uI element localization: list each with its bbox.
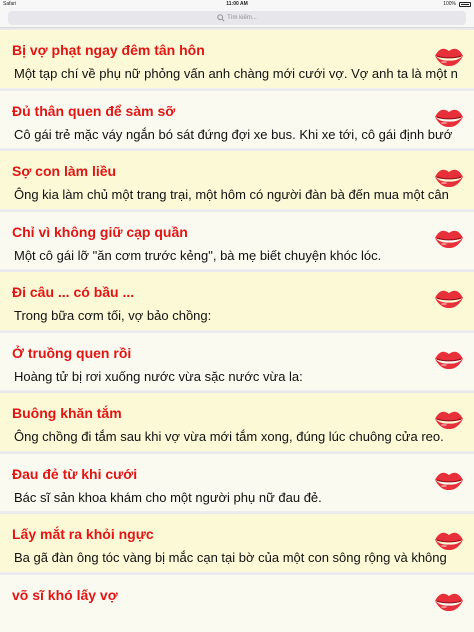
story-row[interactable]: Đủ thân quen để sàm sỡ Cô gái trẻ mặc váy… xyxy=(0,90,474,149)
story-row[interactable]: Chỉ vì không giữ cạp quần Một cô gái lỡ "… xyxy=(0,211,474,270)
story-excerpt: Bác sĩ sản khoa khám cho một người phụ n… xyxy=(14,489,322,505)
status-bar: Safari 11:00 AM 100% xyxy=(0,0,474,8)
clock: 11:00 AM xyxy=(226,1,248,7)
lips-icon xyxy=(434,45,464,67)
story-row[interactable]: Bị vợ phạt ngay đêm tân hôn Một tạp chí v… xyxy=(0,30,474,89)
story-title: Lấy mắt ra khỏi ngực xyxy=(12,526,154,542)
story-row[interactable]: Đi câu ... có bầu ... Trong bữa cơm tối, … xyxy=(0,272,474,331)
story-row[interactable]: Lấy mắt ra khỏi ngực Ba gã đàn ông tóc và… xyxy=(0,514,474,573)
story-row[interactable]: Ở truồng quen rồi Hoàng tử bị rơi xuống … xyxy=(0,332,474,391)
story-excerpt: Trong bữa cơm tối, vợ bảo chồng: xyxy=(14,308,212,323)
lips-icon xyxy=(434,348,464,370)
lips-icon xyxy=(434,166,464,188)
story-title: Sợ con làm liều xyxy=(12,163,117,179)
story-title: Đi câu ... có bầu ... xyxy=(12,284,135,300)
lips-icon xyxy=(434,590,464,612)
lips-icon xyxy=(434,469,464,491)
lips-icon xyxy=(434,106,464,128)
search-icon xyxy=(217,14,225,22)
battery-icon xyxy=(459,2,471,7)
story-excerpt: Ba gã đàn ông tóc vàng bị mắc cạn tại bờ… xyxy=(14,550,447,565)
story-title: Đau đẻ từ khi cưới xyxy=(12,465,138,482)
lips-icon xyxy=(434,227,464,249)
lips-icon xyxy=(434,529,464,551)
search-input[interactable]: Tìm kiếm... xyxy=(8,11,466,25)
search-placeholder: Tìm kiếm... xyxy=(227,15,257,21)
story-title: Buông khăn tắm xyxy=(12,405,122,421)
story-excerpt: Ông kia làm chủ một trang trại, một hôm … xyxy=(14,187,449,202)
lips-icon xyxy=(434,287,464,309)
story-row[interactable]: Buông khăn tắm Ông chồng đi tắm sau khi v… xyxy=(0,393,474,452)
story-row[interactable]: võ sĩ khó lấy vợ xyxy=(0,574,474,632)
lips-icon xyxy=(434,408,464,430)
story-excerpt: Một tạp chí về phụ nữ phỏng vấn anh chàn… xyxy=(14,66,458,81)
search-bar: Tìm kiếm... xyxy=(0,8,474,28)
battery-percent: 100% xyxy=(443,1,456,7)
story-excerpt: Một cô gái lỡ "ăn cơm trước kẻng", bà mẹ… xyxy=(14,247,382,263)
story-excerpt: Hoàng tử bị rơi xuống nước vừa sặc nước … xyxy=(14,368,303,384)
story-excerpt: Ông chồng đi tắm sau khi vợ vừa mới tắm … xyxy=(14,429,444,444)
story-row[interactable]: Sợ con làm liều Ông kia làm chủ một trang… xyxy=(0,151,474,210)
story-title: Bị vợ phạt ngay đêm tân hôn xyxy=(12,42,205,58)
story-excerpt: Cô gái trẻ mặc váy ngắn bó sát đứng đợi … xyxy=(14,126,453,142)
story-row[interactable]: Đau đẻ từ khi cưới Bác sĩ sản khoa khám c… xyxy=(0,453,474,512)
story-title: võ sĩ khó lấy vợ xyxy=(12,586,118,603)
story-list: Bị vợ phạt ngay đêm tân hôn Một tạp chí v… xyxy=(0,30,474,632)
story-title: Đủ thân quen để sàm sỡ xyxy=(12,102,176,119)
story-title: Ở truồng quen rồi xyxy=(12,344,132,361)
story-title: Chỉ vì không giữ cạp quần xyxy=(12,223,188,240)
